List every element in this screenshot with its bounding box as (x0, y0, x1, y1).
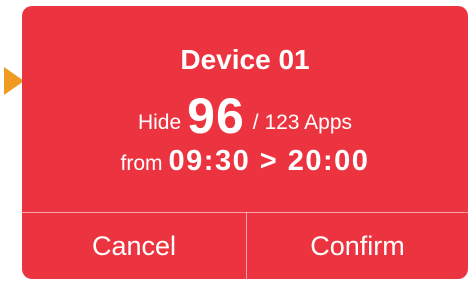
hide-prefix: Hide (137, 111, 182, 134)
hidden-count: 96 (187, 88, 245, 144)
from-label: from (120, 152, 163, 175)
cancel-button[interactable]: Cancel (22, 213, 246, 279)
dialog-title: Device 01 (180, 44, 310, 75)
total-apps: / 123 Apps (252, 111, 353, 134)
hide-summary: Hide 96 / 123 Apps (22, 90, 468, 142)
time-range: 09:30 > 20:00 (168, 145, 370, 177)
schedule-summary: from 09:30 > 20:00 (22, 144, 468, 183)
triangle-pointer-icon (4, 67, 24, 95)
device-dialog: Device 01 Hide 96 / 123 Apps from 09:30 > 2… (22, 6, 468, 279)
confirm-button[interactable]: Confirm (247, 213, 468, 279)
